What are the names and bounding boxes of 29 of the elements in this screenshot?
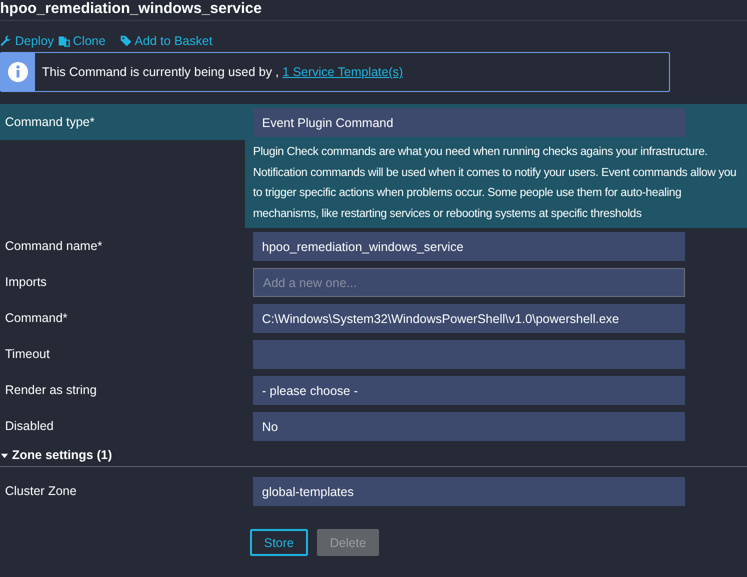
field-label: Imports <box>5 275 47 289</box>
action-link[interactable]: Deploy <box>0 30 54 52</box>
caret-icon <box>1 452 8 458</box>
select-field[interactable]: Event Plugin Command <box>253 108 685 137</box>
text-field[interactable] <box>253 340 685 369</box>
info-icon <box>8 62 28 82</box>
field-label: Command type* <box>5 115 95 129</box>
text-field[interactable]: C:\Windows\System32\WindowsPowerShell\v1.0\powershell.exe <box>253 304 685 333</box>
copy-icon <box>58 35 70 47</box>
tag-icon <box>120 35 132 47</box>
wrench-icon <box>0 35 12 47</box>
section-header[interactable]: Zone settings (1) <box>0 444 747 467</box>
field-label: Timeout <box>5 347 50 361</box>
field-label: Disabled <box>5 419 54 433</box>
field-label: Command* <box>5 311 68 325</box>
field-description: Plugin Check commands are what you need when running checks agains your infrastructure. Notification commands will be used when it comes to notify your users. Event commands allow you to trigger specific actions when problems occur. Some people use them for auto-healing mechanisms, like restarting services or rebooting systems at specific thresholds <box>253 144 738 222</box>
field-label: Command name* <box>5 239 102 253</box>
select-field[interactable]: No <box>253 412 685 441</box>
usage-link[interactable]: 1 Service Template(s) <box>282 65 404 79</box>
field-label: Render as string <box>5 383 97 397</box>
action-link[interactable]: Add to Basket <box>120 30 212 52</box>
info-text: This Command is currently being used by , <box>42 65 280 79</box>
text-field[interactable]: hpoo_remediation_windows_service <box>253 232 685 261</box>
action-link[interactable]: Clone <box>58 30 106 52</box>
select-field[interactable]: global-templates <box>253 477 685 506</box>
form-button[interactable]: Store <box>250 529 308 556</box>
page-title: hpoo_remediation_windows_service <box>0 0 747 21</box>
field-label: Cluster Zone <box>5 484 77 498</box>
select-field[interactable]: - please choose - <box>253 376 685 405</box>
